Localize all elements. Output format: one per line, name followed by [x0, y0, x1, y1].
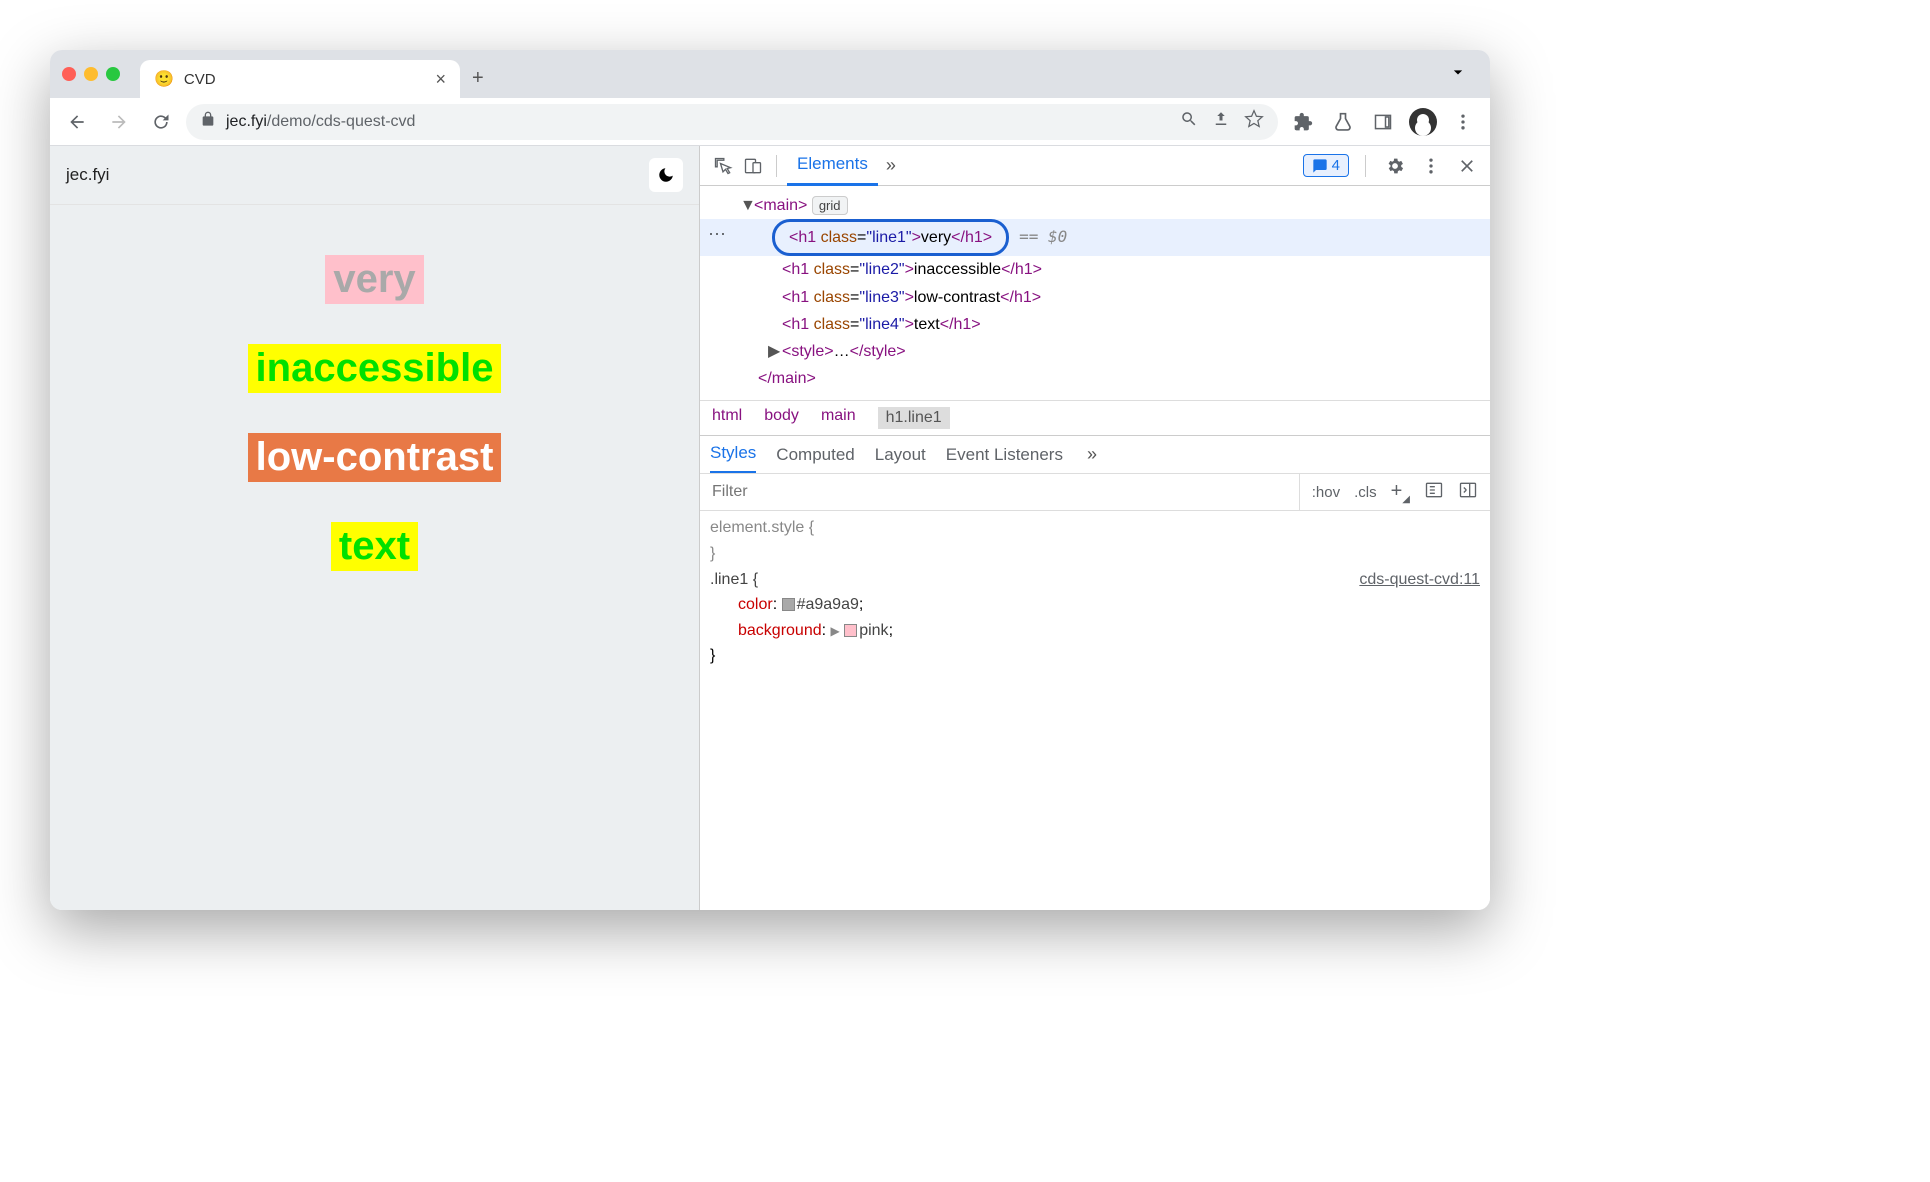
share-icon[interactable]: [1212, 110, 1230, 133]
browser-window: 🙂 CVD × + jec.fyi/demo/cds-quest-cvd: [50, 50, 1490, 910]
devtools-toolbar: Elements » 4: [700, 146, 1490, 186]
elements-tree[interactable]: ▼<main> grid <h1 class="line1">very</h1>…: [700, 186, 1490, 400]
zoom-icon[interactable]: [1180, 110, 1198, 133]
settings-gear-icon[interactable]: [1382, 153, 1408, 179]
devtools-kebab-icon[interactable]: [1418, 153, 1444, 179]
labs-icon[interactable]: [1326, 105, 1360, 139]
devtools-panel: Elements » 4 ▼<main> grid <h1 class="lin…: [700, 146, 1490, 910]
styles-filter-row: :hov .cls +◢: [700, 473, 1490, 511]
close-window[interactable]: [62, 67, 76, 81]
styles-tab-computed[interactable]: Computed: [776, 436, 854, 474]
styles-tab-eventlisteners[interactable]: Event Listeners: [946, 436, 1063, 474]
tab-bar: 🙂 CVD × +: [50, 50, 1490, 98]
breadcrumb-body[interactable]: body: [764, 407, 799, 429]
css-prop-background[interactable]: background: ▶ pink;: [710, 618, 1480, 644]
breadcrumb-html[interactable]: html: [712, 407, 742, 429]
heading-line1: very: [325, 255, 423, 304]
tab-title: CVD: [184, 71, 426, 88]
color-swatch-icon[interactable]: [844, 624, 857, 637]
element-style-selector[interactable]: element.style {: [710, 519, 814, 536]
tree-node-line4[interactable]: <h1 class="line4">text</h1>: [700, 311, 1490, 338]
kebab-menu-icon[interactable]: [1446, 105, 1480, 139]
devtools-tab-elements[interactable]: Elements: [787, 146, 878, 186]
grid-badge[interactable]: grid: [812, 196, 848, 215]
toggle-sidebar-icon[interactable]: [1458, 480, 1478, 504]
favicon-icon: 🙂: [154, 69, 174, 89]
tab-dropdown[interactable]: [1448, 62, 1468, 87]
tree-node-line3[interactable]: <h1 class="line3">low-contrast</h1>: [700, 284, 1490, 311]
page-viewport: jec.fyi very inaccessible low-contrast t…: [50, 146, 700, 910]
rule-selector[interactable]: .line1 {: [710, 567, 758, 593]
styles-more-tabs-icon[interactable]: »: [1087, 444, 1097, 465]
devtools-more-tabs-icon[interactable]: »: [886, 155, 896, 176]
devtools-close-icon[interactable]: [1454, 153, 1480, 179]
new-tab-button[interactable]: +: [472, 67, 484, 90]
toolbar: jec.fyi/demo/cds-quest-cvd: [50, 98, 1490, 146]
lock-icon: [200, 111, 216, 132]
issues-count: 4: [1332, 157, 1340, 174]
styles-tab-layout[interactable]: Layout: [875, 436, 926, 474]
device-toolbar-icon[interactable]: [740, 153, 766, 179]
page-title: jec.fyi: [66, 165, 109, 185]
issues-badge[interactable]: 4: [1303, 154, 1349, 177]
url-text: jec.fyi/demo/cds-quest-cvd: [226, 113, 415, 131]
css-rules[interactable]: element.style { } .line1 { cds-quest-cvd…: [700, 511, 1490, 910]
computed-sidebar-icon[interactable]: [1424, 480, 1444, 504]
styles-tabs: Styles Computed Layout Event Listeners »: [700, 435, 1490, 473]
extensions-icon[interactable]: [1286, 105, 1320, 139]
styles-filter-input[interactable]: [700, 474, 1300, 510]
breadcrumb-h1[interactable]: h1.line1: [878, 407, 950, 429]
bookmark-star-icon[interactable]: [1244, 109, 1264, 134]
styles-tab-styles[interactable]: Styles: [710, 436, 756, 474]
breadcrumb-main[interactable]: main: [821, 407, 856, 429]
new-rule-icon[interactable]: +◢: [1391, 480, 1410, 505]
profile-avatar[interactable]: [1406, 105, 1440, 139]
maximize-window[interactable]: [106, 67, 120, 81]
forward-button[interactable]: [102, 105, 136, 139]
tree-node-style[interactable]: ▶<style>…</style>: [700, 338, 1490, 365]
back-button[interactable]: [60, 105, 94, 139]
window-controls: [62, 67, 120, 81]
hov-toggle[interactable]: :hov: [1312, 484, 1340, 501]
css-prop-color[interactable]: color: #a9a9a9;: [710, 592, 1480, 618]
address-bar[interactable]: jec.fyi/demo/cds-quest-cvd: [186, 104, 1278, 140]
rule-source-link[interactable]: cds-quest-cvd:11: [1359, 567, 1480, 593]
heading-line4: text: [331, 522, 418, 571]
close-tab-icon[interactable]: ×: [435, 69, 446, 90]
sidepanel-icon[interactable]: [1366, 105, 1400, 139]
inspect-element-icon[interactable]: [710, 153, 736, 179]
cls-toggle[interactable]: .cls: [1354, 484, 1377, 501]
minimize-window[interactable]: [84, 67, 98, 81]
heading-line2: inaccessible: [248, 344, 502, 393]
breadcrumbs: html body main h1.line1: [700, 400, 1490, 435]
dark-mode-toggle[interactable]: [649, 158, 683, 192]
color-swatch-icon[interactable]: [782, 598, 795, 611]
heading-line3: low-contrast: [248, 433, 502, 482]
reload-button[interactable]: [144, 105, 178, 139]
tree-node-main-close[interactable]: </main>: [758, 370, 816, 387]
browser-tab[interactable]: 🙂 CVD ×: [140, 60, 460, 98]
tree-node-line2[interactable]: <h1 class="line2">inaccessible</h1>: [700, 256, 1490, 283]
tree-node-line1[interactable]: <h1 class="line1">very</h1>== $0: [700, 219, 1490, 256]
